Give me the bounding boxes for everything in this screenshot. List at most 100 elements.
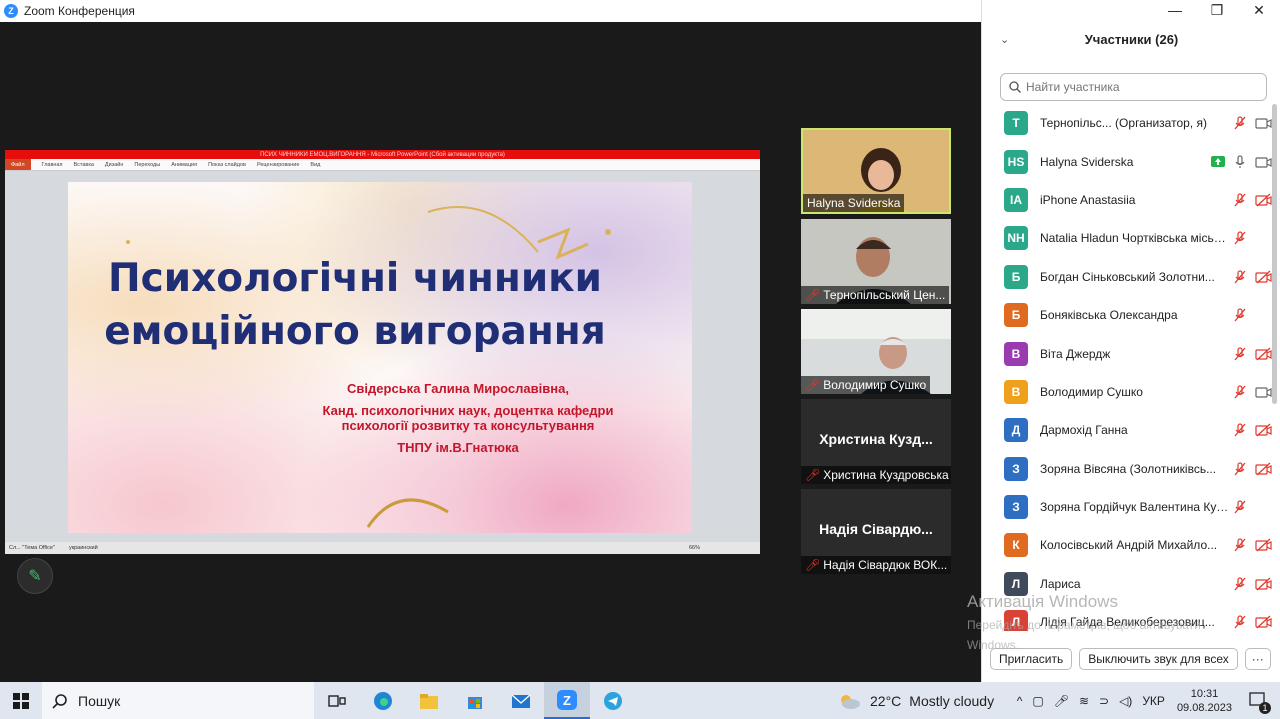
participant-list: Т Тернопільс... (Организатор, я) HS Halyna … [982,104,1274,631]
mic-muted-icon[interactable] [1233,193,1247,207]
participant-row[interactable]: Б Боняківська Олександра [982,296,1274,334]
participant-row[interactable]: Л Лариса [982,565,1274,603]
chevron-up-icon[interactable]: ^ [1017,694,1023,708]
camera-off-icon[interactable] [1255,193,1272,207]
participant-row[interactable]: В Віта Джердж [982,334,1274,372]
mic-icon[interactable] [1233,154,1247,169]
slide-degree-2: психології розвитку та консультування [341,418,595,433]
mail-icon[interactable] [498,682,544,719]
microsoft-store-icon[interactable] [452,682,498,719]
participant-row[interactable]: В Володимир Сушко [982,373,1274,411]
mic-muted-icon[interactable] [1233,308,1247,322]
wifi-icon[interactable]: ≋ [1079,694,1089,708]
annotate-pencil-icon[interactable]: ✎ [17,558,53,594]
participant-row[interactable]: Б Богдан Сіньковський Золотни... [982,258,1274,296]
search-icon [52,693,67,709]
mic-muted-icon[interactable] [1233,270,1247,284]
participant-status-icons [1211,154,1272,169]
participants-panel: — ❐ ✕ ⌄ Участники (26) ТТернопільс... (О… [981,0,1280,682]
camera-icon[interactable] [1255,155,1272,169]
mic-muted-icon[interactable] [1233,231,1247,245]
clock[interactable]: 10:31 09.08.2023 [1177,687,1232,715]
ribbon-tab: Вставка [73,161,94,168]
participant-row[interactable]: Л Лідія Гайда Великоберезовиц... [982,603,1274,631]
participant-list-scrollbar[interactable] [1272,104,1277,404]
participant-status-icons [1233,270,1272,284]
participant-row[interactable]: З Зоряна Гордійчук Валентина Кури... [982,488,1274,526]
participant-row[interactable]: IA iPhone Anastasiia [982,181,1274,219]
camera-off-icon[interactable] [1255,538,1272,552]
search-input[interactable] [1026,80,1246,94]
mute-all-button[interactable]: Выключить звук для всех [1079,648,1238,670]
participant-name: Володимир Сушко [1040,384,1143,399]
windows-taskbar: Пошук Z 22°C Mostly cloudy ^ ▢ 🎤︎ ≋ ⊃ ◁)… [0,682,1280,719]
ribbon-tab: Вид [310,161,321,168]
microphone-icon[interactable]: 🎤︎ [1054,694,1069,708]
edge-browser-icon[interactable] [360,682,406,719]
taskbar-search[interactable]: Пошук [42,682,314,719]
maximize-button[interactable]: ❐ [1196,0,1238,22]
ribbon-file-tab: Файл [5,159,31,170]
video-tile-no-camera[interactable]: Христина Кузд... 🎤︎ Христина Куздровська [801,399,951,484]
participant-row[interactable]: Т Тернопільс... (Организатор, я) [982,104,1274,142]
close-button[interactable]: ✕ [1238,0,1280,22]
camera-off-icon[interactable] [1255,270,1272,284]
more-options-button[interactable]: ··· [1244,648,1271,670]
mic-muted-icon[interactable] [1233,116,1247,130]
video-tile-active-speaker[interactable]: Halyna Sviderska [801,128,951,214]
mic-muted-icon[interactable] [1233,346,1247,361]
video-tile[interactable]: 🎤︎ Тернопільський Цен... [801,219,951,304]
camera-off-icon[interactable] [1255,615,1272,629]
file-explorer-icon[interactable] [406,682,452,719]
participant-status-icons [1233,538,1272,552]
mic-muted-icon[interactable] [1233,577,1247,591]
video-tile[interactable]: 🎤︎ Володимир Сушко [801,309,951,394]
zoom-app-icon[interactable]: Z [544,682,590,719]
mic-muted-icon[interactable] [1233,462,1247,476]
participant-search[interactable] [1000,73,1267,101]
notification-icon[interactable]: 1 [1248,690,1271,714]
slide-title-line2: емоційного вигорання [104,309,606,354]
camera-icon[interactable] [1255,385,1272,399]
mic-muted-icon[interactable] [1233,500,1247,514]
zoom-logo-icon: Z [4,4,18,18]
volume-icon[interactable]: ◁) [1119,694,1132,708]
camera-icon[interactable] [1255,116,1272,130]
start-button[interactable] [0,682,42,719]
participant-row[interactable]: З Зоряна Вівсяна (Золотниківсь... [982,450,1274,488]
participant-status-icons [1233,116,1272,130]
camera-off-icon[interactable] [1255,577,1272,591]
camera-off-icon[interactable] [1255,423,1272,437]
participant-row[interactable]: Д Дармохід Ганна [982,411,1274,449]
slide-canvas: Психологічні чинники емоційного вигоранн… [5,171,760,542]
participant-row[interactable]: HS Halyna Sviderska [982,142,1274,180]
participant-name: iPhone Anastasiia [1040,192,1136,207]
minimize-button[interactable]: — [1154,0,1196,22]
mic-muted-icon[interactable] [1233,385,1247,399]
camera-off-icon[interactable] [1255,347,1272,361]
participant-status-icons [1233,577,1272,591]
ribbon-tab: Дизайн [104,161,124,168]
weather-widget[interactable]: 22°C Mostly cloudy [836,682,994,719]
telegram-icon[interactable] [590,682,636,719]
video-tile-no-camera[interactable]: Надія Сівардю... 🎤︎ Надія Сівардюк ВОК... [801,489,951,574]
participant-status-icons [1233,615,1272,629]
mic-muted-icon[interactable] [1233,615,1247,629]
video-tile-big-name: Надія Сівардю... [819,521,933,537]
notification-count: 1 [1259,702,1271,714]
taskbar-search-label: Пошук [78,692,121,709]
task-view-icon[interactable] [314,682,360,719]
mic-muted-icon[interactable] [1233,538,1247,552]
participant-avatar: HS [1004,149,1028,174]
participant-row[interactable]: NH Natalia Hladun Чортківська міська ... [982,219,1274,257]
invite-button[interactable]: Пригласить [990,648,1073,670]
camera-off-icon[interactable] [1255,462,1272,476]
video-tile-name: Halyna Sviderska [803,194,905,212]
link-icon[interactable]: ⊃ [1099,694,1109,708]
participant-row[interactable]: К Колосівський Андрій Михайло... [982,526,1274,564]
status-theme: Сл... "Тема Office" [9,545,55,551]
tray-app-icon[interactable]: ▢ [1032,694,1043,708]
participant-status-icons [1233,500,1272,514]
mic-muted-icon[interactable] [1233,423,1247,437]
language-indicator[interactable]: УКР [1142,694,1165,708]
